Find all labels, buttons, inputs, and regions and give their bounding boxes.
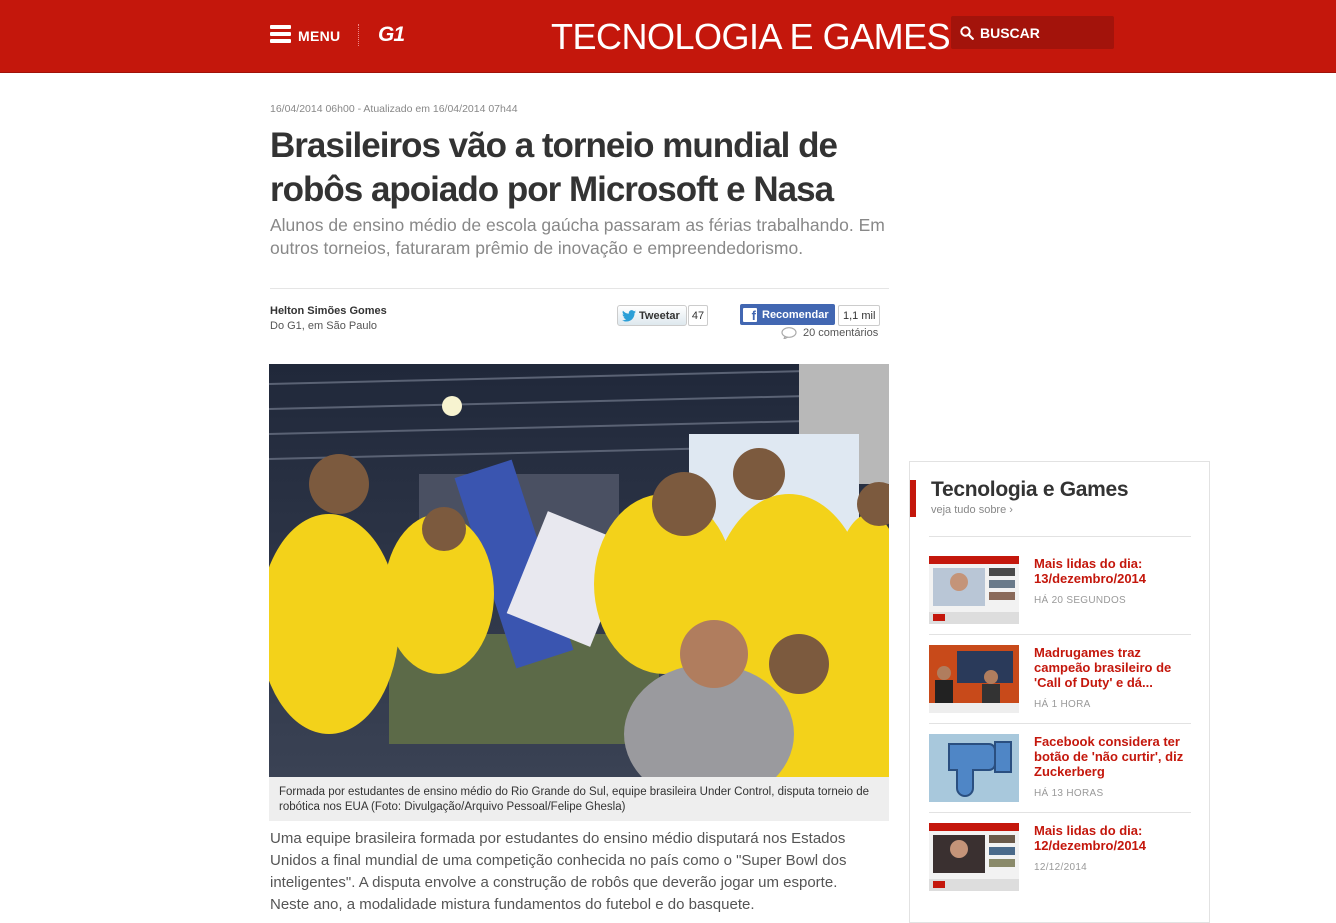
news-headline: Madrugames traz campeão brasileiro de 'C… — [1034, 645, 1172, 690]
section-title[interactable]: TECNOLOGIA E GAMES — [551, 16, 951, 58]
news-thumbnail — [929, 556, 1019, 624]
comments-link[interactable]: 20 comentários — [781, 327, 878, 339]
facebook-count: 1,1 mil — [838, 305, 881, 326]
article-date: 16/04/2014 06h00 - Atualizado em 16/04/2… — [270, 103, 518, 115]
news-time: HÁ 1 HORA — [1034, 699, 1091, 710]
news-thumbnail — [929, 734, 1019, 802]
sidebar-news-item[interactable]: Mais lidas do dia: 12/dezembro/2014 12/1… — [929, 823, 1191, 891]
news-time: HÁ 13 HORAS — [1034, 788, 1104, 799]
comments-label: 20 comentários — [803, 327, 879, 339]
article-photo[interactable] — [269, 364, 889, 777]
speech-bubble-icon — [781, 327, 797, 339]
author-name: Helton Simões Gomes — [270, 305, 387, 317]
see-all-link[interactable]: veja tudo sobre › — [931, 504, 1013, 516]
search-label: BUSCAR — [980, 24, 1040, 41]
facebook-recommend-button[interactable]: f Recomendar — [740, 304, 835, 325]
sidebar-accent-bar — [910, 480, 916, 517]
sidebar-divider — [929, 723, 1191, 724]
news-time: 12/12/2014 — [1034, 862, 1088, 873]
menu-label: MENU — [298, 28, 341, 44]
sidebar-divider — [929, 812, 1191, 813]
article-subtitle: Alunos de ensino médio de escola gaúcha … — [270, 215, 885, 258]
hamburger-icon — [270, 25, 291, 43]
news-time: HÁ 20 SEGUNDOS — [1034, 595, 1127, 606]
sidebar-title[interactable]: Tecnologia e Games — [931, 478, 1129, 502]
tweet-count: 47 — [688, 305, 708, 326]
news-headline: Mais lidas do dia: 13/dezembro/2014 — [1034, 556, 1147, 586]
header-divider — [358, 24, 360, 46]
photo-caption: Formada por estudantes de ensino médio d… — [279, 786, 870, 813]
sidebar-divider — [929, 634, 1191, 635]
search-button[interactable]: BUSCAR — [951, 16, 1114, 49]
g1-logo[interactable]: G1 — [378, 23, 405, 47]
news-headline: Mais lidas do dia: 12/dezembro/2014 — [1034, 823, 1147, 853]
news-thumbnail — [929, 645, 1019, 713]
news-thumbnail — [929, 823, 1019, 891]
article-title: Brasileiros vão a torneio mundial de rob… — [270, 126, 838, 209]
tweet-label: Tweetar — [639, 309, 680, 322]
facebook-icon: f — [743, 307, 757, 322]
search-icon — [960, 25, 974, 40]
sidebar-divider — [929, 536, 1191, 537]
news-headline: Facebook considera ter botão de 'não cur… — [1034, 734, 1184, 779]
robotics-team-photo — [269, 364, 889, 777]
facebook-label: Recomendar — [762, 308, 829, 321]
sidebar-news-item[interactable]: Facebook considera ter botão de 'não cur… — [929, 734, 1191, 802]
sidebar-news-item[interactable]: Mais lidas do dia: 13/dezembro/2014 HÁ 2… — [929, 556, 1191, 624]
article-body: Uma equipe brasileira formada por estuda… — [270, 830, 847, 913]
menu-button[interactable]: MENU — [270, 22, 340, 46]
twitter-bird-icon — [622, 309, 636, 322]
author-source: Do G1, em São Paulo — [270, 320, 378, 332]
tweet-button[interactable]: Tweetar — [617, 305, 687, 326]
divider — [270, 288, 889, 289]
sidebar-news-item[interactable]: Madrugames traz campeão brasileiro de 'C… — [929, 645, 1191, 713]
